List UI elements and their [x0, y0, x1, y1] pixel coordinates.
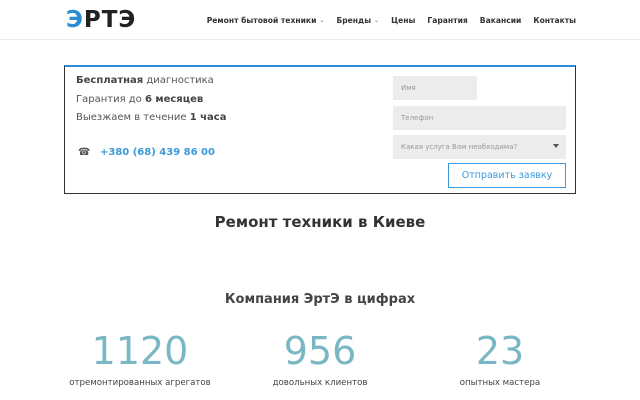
phone-row: ☎ +380 (68) 439 86 00	[78, 147, 215, 158]
nav-item-vacancies[interactable]: Вакансии	[480, 16, 522, 25]
promo-box: Бесплатная диагностика Гарантия до 6 мес…	[64, 65, 576, 194]
phone-icon: ☎	[78, 147, 91, 158]
nav-item-label: Цены	[391, 15, 416, 25]
nav-item-warranty[interactable]: Гарантия	[427, 16, 467, 25]
nav-item-contacts[interactable]: Контакты	[533, 16, 576, 25]
promo-warranty-text: Гарантия до	[76, 94, 145, 105]
stat-masters: 23 опытных мастера	[400, 331, 600, 388]
stat-repaired: 1120 отремонтированных агрегатов	[40, 331, 240, 388]
name-input[interactable]: Имя	[393, 76, 477, 100]
phone-link[interactable]: +380 (68) 439 86 00	[100, 147, 215, 158]
stat-clients: 956 довольных клиентов	[220, 331, 420, 388]
promo-diagnostics-bold: Бесплатная	[76, 75, 144, 86]
logo-part-2: РТЭ	[83, 7, 137, 33]
nav-item-label: Контакты	[533, 15, 576, 25]
promo-warranty-bold: 6 месяцев	[144, 94, 204, 105]
nav-item-label: Гарантия	[427, 15, 468, 25]
page-title: Ремонт техники в Киеве	[214, 213, 426, 231]
promo-visit-text: Выезжаем в течение	[76, 112, 190, 123]
nav-item-label: Вакансии	[479, 15, 522, 25]
name-placeholder: Имя	[401, 84, 416, 92]
promo-diagnostics-text: диагностика	[143, 75, 214, 86]
chevron-down-icon: ⌄	[374, 16, 380, 24]
stat-caption: опытных мастера	[459, 378, 541, 388]
nav-item-label: Ремонт бытовой техники	[206, 15, 317, 25]
caret-down-icon	[553, 144, 559, 148]
promo-visit-bold: 1 часа	[189, 112, 227, 123]
site-header: ЭРТЭ Ремонт бытовой техники ⌄ Бренды ⌄ Цен…	[0, 0, 640, 40]
promo-visit: Выезжаем в течение 1 часа	[76, 112, 226, 123]
nav-item-label: Бренды	[336, 15, 372, 25]
logo[interactable]: ЭРТЭ	[66, 7, 136, 33]
submit-button[interactable]: Отправить заявку	[448, 163, 566, 188]
logo-part-1: Э	[66, 7, 84, 33]
stat-value: 1120	[91, 329, 189, 373]
service-placeholder: Какая услуга Вам необходима?	[401, 143, 518, 151]
promo-warranty: Гарантия до 6 месяцев	[76, 94, 203, 105]
phone-input[interactable]: Телефон	[393, 106, 566, 130]
nav-item-repair[interactable]: Ремонт бытовой техники ⌄	[207, 16, 325, 25]
logo-text: ЭРТЭ	[66, 7, 136, 33]
phone-placeholder: Телефон	[401, 114, 434, 122]
main-nav: Ремонт бытовой техники ⌄ Бренды ⌄ Цены Гар…	[207, 0, 576, 40]
stat-caption: довольных клиентов	[272, 378, 368, 388]
chevron-down-icon: ⌄	[319, 16, 325, 24]
stat-value: 23	[475, 329, 525, 373]
stat-value: 956	[283, 329, 357, 373]
service-select[interactable]: Какая услуга Вам необходима?	[393, 135, 566, 159]
promo-diagnostics: Бесплатная диагностика	[76, 75, 214, 86]
stat-caption: отремонтированных агрегатов	[69, 378, 211, 388]
nav-item-brands[interactable]: Бренды ⌄	[336, 16, 379, 25]
stats-title: Компания ЭртЭ в цифрах	[224, 292, 416, 307]
nav-item-prices[interactable]: Цены	[391, 16, 415, 25]
